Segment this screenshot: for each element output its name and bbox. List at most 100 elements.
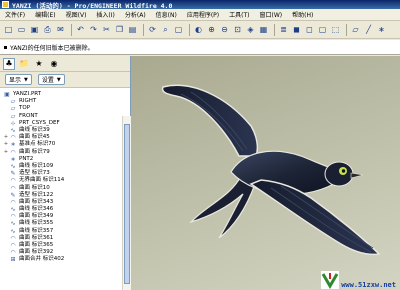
csys-icon: ⊹	[10, 119, 16, 127]
tree-item[interactable]: ∿ 曲线 标识357	[0, 228, 130, 235]
hidden-line-icon[interactable]: ◻	[304, 24, 315, 35]
head	[324, 161, 354, 187]
part-icon: ▣	[4, 91, 10, 99]
tree-item[interactable]: ◠ 曲面 标识10	[0, 184, 130, 192]
tree-item[interactable]: ▣ YANZI.PRT	[0, 91, 130, 98]
message-text: YANZI的任何旧版本已被删除。	[10, 44, 94, 52]
menu-item[interactable]: 应用程序(P)	[182, 10, 224, 19]
tree-item[interactable]: ◠ 无界曲面 标识114	[0, 177, 130, 184]
curve-icon: ∿	[10, 206, 16, 214]
repaint-icon[interactable]: ◐	[193, 24, 204, 35]
menu-item[interactable]: 帮助(H)	[287, 10, 318, 19]
tree-item[interactable]: ▱ FRONT	[0, 113, 130, 120]
chevron-down-icon: ▼	[24, 76, 28, 83]
tree-item[interactable]: + ∗ 基准点 标识70	[0, 141, 130, 148]
tree-item-label: 曲线 标识355	[19, 220, 54, 227]
tree-item-label: 曲线 标识39	[19, 127, 50, 134]
tree-item-label: 曲面 标识365	[19, 242, 54, 249]
menu-item[interactable]: 文件(F)	[0, 10, 30, 19]
tree-item[interactable]: ∗ PNT2	[0, 156, 130, 163]
tree-scrollbar[interactable]	[122, 116, 131, 290]
tree-item[interactable]: ⊞ 曲面合并 标识402	[0, 256, 130, 263]
shading-icon[interactable]: ◼	[291, 24, 302, 35]
swallow-model[interactable]	[131, 56, 400, 290]
zoom-out-icon[interactable]: ⊖	[219, 24, 230, 35]
menu-item[interactable]: 编辑(E)	[30, 10, 60, 19]
curve-icon: ∿	[10, 162, 16, 170]
eye	[341, 169, 346, 173]
tree-scrollbar-thumb[interactable]	[124, 124, 130, 284]
tree-item-label: 曲线 标识357	[19, 227, 54, 234]
surface-icon: ◠	[10, 249, 16, 257]
new-file-icon[interactable]: □	[3, 24, 14, 35]
datum-point-icon: ∗	[10, 141, 16, 149]
model-tree-tab-icon[interactable]: ♣	[3, 57, 15, 70]
surface-icon: ◠	[10, 184, 16, 192]
menu-item[interactable]: 分析(A)	[120, 10, 151, 19]
datum-point-icon[interactable]: ∗	[376, 24, 387, 35]
select-icon[interactable]: ▢	[173, 24, 184, 35]
show-dropdown[interactable]: 显示 ▼	[5, 74, 32, 85]
tree-item[interactable]: ◠ 曲面 标识343	[0, 199, 130, 206]
favorites-tab-icon[interactable]: ★	[33, 58, 45, 70]
curve-icon: ∿	[10, 220, 16, 228]
undo-icon[interactable]: ↶	[75, 24, 86, 35]
find-icon[interactable]: ⌕	[160, 24, 171, 35]
cut-icon[interactable]: ✂	[101, 24, 112, 35]
tree-item[interactable]: + ◠ 曲面 标识79	[0, 149, 130, 156]
style-icon: ✎	[10, 170, 16, 178]
wireframe-icon[interactable]: ⬚	[330, 24, 341, 35]
orient-icon[interactable]: ◈	[245, 24, 256, 35]
open-folder-icon[interactable]: ▭	[16, 24, 27, 35]
saved-views-icon[interactable]: ▦	[258, 24, 269, 35]
tree-item[interactable]: ∿ 曲线 标识109	[0, 163, 130, 170]
paste-icon[interactable]: ▤	[127, 24, 138, 35]
datum-axis-icon[interactable]: ╱	[363, 24, 374, 35]
zoom-in-icon[interactable]: ⊕	[206, 24, 217, 35]
folder-browser-tab-icon[interactable]: 📁	[18, 58, 30, 70]
tree-item-label: 曲面 标识343	[19, 198, 54, 205]
title-bar: YANZI (活动的) - Pro/ENGINEER Wildfire 4.0	[0, 0, 400, 10]
curve-icon: ∿	[10, 227, 16, 235]
settings-dropdown[interactable]: 设置 ▼	[37, 74, 65, 85]
menu-item[interactable]: 窗口(W)	[255, 10, 288, 19]
surface-icon: ◠	[10, 234, 16, 242]
tree-item[interactable]: ⊹ PRT_CSYS_DEF	[0, 120, 130, 127]
toolbar-separator	[189, 23, 190, 36]
tree-item-label: 曲面 标识79	[19, 148, 50, 155]
web-tab-icon[interactable]: ◉	[48, 58, 60, 70]
menu-item[interactable]: 视图(V)	[61, 10, 92, 19]
layers-icon[interactable]: ≣	[278, 24, 289, 35]
app-icon	[2, 1, 9, 8]
tree-item[interactable]: ✎ 造型 标识122	[0, 192, 130, 199]
tree-item[interactable]: ∿ 曲线 标识355	[0, 220, 130, 227]
merge-icon: ⊞	[10, 256, 16, 264]
tree-item[interactable]: ▱ TOP	[0, 105, 130, 112]
tree-item-label: 无界曲面 标识114	[19, 177, 65, 184]
email-icon[interactable]: ✉	[55, 24, 66, 35]
save-icon[interactable]: ▣	[29, 24, 40, 35]
print-icon[interactable]: ⎙	[42, 24, 53, 35]
no-hidden-icon[interactable]: ▢	[317, 24, 328, 35]
model-tree: ▣ YANZI.PRT ▱ RIGHT ▱ TOP ▱ FRONT ⊹ PRT_CSYS_DEF ∿…	[0, 88, 130, 264]
settings-dropdown-label: 设置	[41, 77, 54, 84]
redo-icon[interactable]: ↷	[88, 24, 99, 35]
datum-plane-icon[interactable]: ▱	[350, 24, 361, 35]
tree-item-label: 曲面合并 标识402	[19, 256, 65, 263]
tree-item-label: PRT_CSYS_DEF	[19, 119, 60, 126]
tree-item-label: PNT2	[19, 155, 34, 162]
menu-item[interactable]: 信息(N)	[151, 10, 182, 19]
menu-item[interactable]: 工具(T)	[224, 10, 254, 19]
tree-item[interactable]: ◠ 曲面 标识361	[0, 235, 130, 242]
beak	[350, 172, 364, 179]
menu-item[interactable]: 插入(I)	[91, 10, 119, 19]
toolbar-separator	[71, 23, 72, 36]
graphics-window[interactable]: www.51zxw.net	[131, 56, 400, 290]
tree-item-label: FRONT	[19, 112, 38, 119]
refit-icon[interactable]: ⊡	[232, 24, 243, 35]
regenerate-icon[interactable]: ⟳	[147, 24, 158, 35]
surface-icon: ◠	[10, 177, 16, 185]
copy-icon[interactable]: ❐	[114, 24, 125, 35]
tree-item[interactable]: ▱ RIGHT	[0, 98, 130, 105]
tree-item-label: 造型 标识122	[19, 191, 54, 198]
